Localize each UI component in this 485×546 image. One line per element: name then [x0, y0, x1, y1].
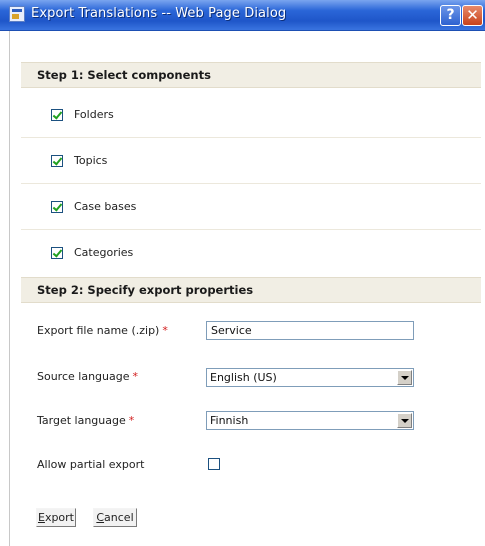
source-language-label: Source language *	[37, 370, 138, 383]
required-marker: *	[162, 324, 168, 337]
dropdown-arrow-icon[interactable]	[397, 370, 412, 385]
topics-checkbox[interactable]	[51, 155, 63, 167]
source-language-select[interactable]: English (US)	[206, 368, 414, 387]
export-button[interactable]: Export	[36, 508, 76, 527]
target-language-value: Finnish	[210, 414, 249, 427]
cancel-mnemonic: C	[96, 511, 105, 524]
required-marker: *	[128, 414, 135, 427]
partial-export-checkbox[interactable]	[208, 458, 220, 470]
export-label-rest: xport	[44, 511, 74, 524]
cancel-label-rest: ancel	[104, 511, 134, 524]
component-row-case-bases: Case bases	[21, 184, 481, 230]
export-file-name-text: Export file name (.zip)	[37, 324, 160, 337]
step1-header: Step 1: Select components	[21, 62, 481, 88]
export-file-name-input[interactable]	[206, 321, 414, 340]
cancel-button[interactable]: Cancel	[93, 508, 137, 527]
categories-label: Categories	[74, 246, 134, 259]
component-row-folders: Folders	[21, 92, 481, 138]
dropdown-arrow-icon[interactable]	[397, 413, 412, 428]
close-button[interactable]: ✕	[462, 5, 483, 26]
export-file-name-label: Export file name (.zip) *	[37, 324, 168, 337]
categories-checkbox[interactable]	[51, 247, 63, 259]
help-button[interactable]: ?	[440, 5, 461, 26]
dialog-window-icon	[9, 6, 25, 22]
dialog-content: Step 1: Select components Folders Topics…	[9, 31, 485, 546]
folders-checkbox[interactable]	[51, 109, 63, 121]
partial-export-label: Allow partial export	[37, 458, 145, 471]
folders-label: Folders	[74, 108, 114, 121]
required-marker: *	[132, 370, 139, 383]
component-row-categories: Categories	[21, 230, 481, 276]
target-language-text: Target language	[37, 414, 126, 427]
target-language-select[interactable]: Finnish	[206, 411, 414, 430]
export-mnemonic: E	[37, 511, 45, 524]
case-bases-checkbox[interactable]	[51, 201, 63, 213]
title-bar[interactable]: Export Translations -- Web Page Dialog ?…	[0, 0, 485, 31]
source-language-text: Source language	[37, 370, 130, 383]
case-bases-label: Case bases	[74, 200, 137, 213]
window-title: Export Translations -- Web Page Dialog	[31, 6, 287, 21]
component-row-topics: Topics	[21, 138, 481, 184]
source-language-value: English (US)	[210, 371, 277, 384]
target-language-label: Target language *	[37, 414, 134, 427]
topics-label: Topics	[74, 154, 108, 167]
step2-header: Step 2: Specify export properties	[21, 277, 481, 303]
